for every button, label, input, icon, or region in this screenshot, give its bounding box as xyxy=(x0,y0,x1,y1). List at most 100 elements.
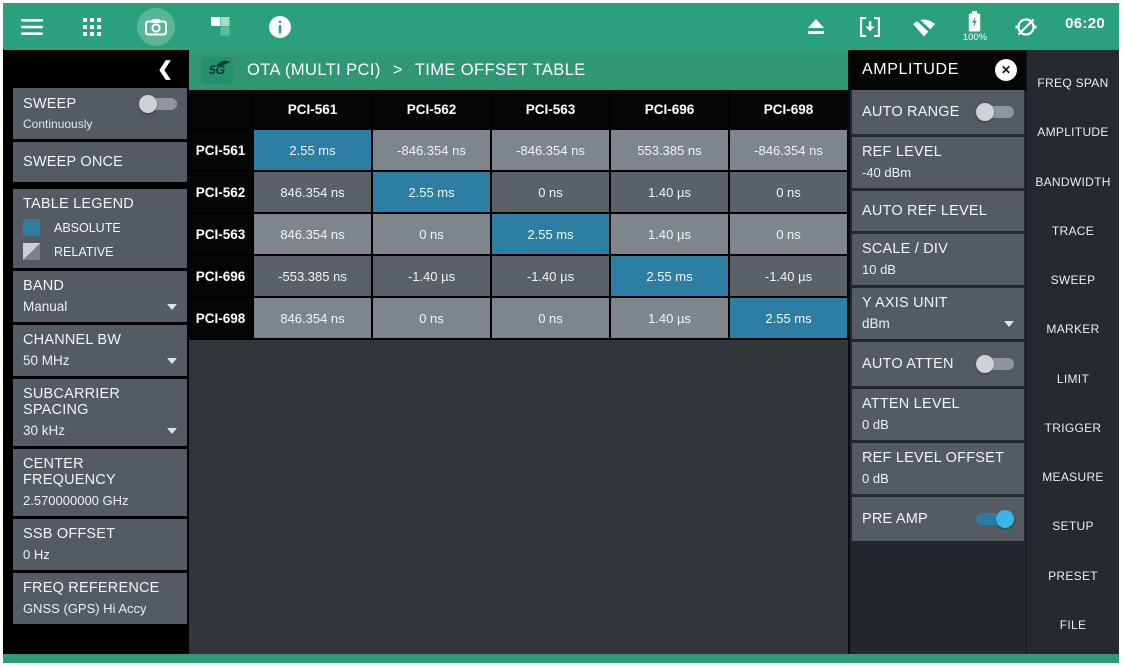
chevron-down-icon xyxy=(167,358,177,364)
battery-icon xyxy=(968,11,981,32)
sidebar-panel-band[interactable]: BANDManual xyxy=(13,271,187,322)
amp-item-auto-ref-level-label: AUTO REF LEVEL xyxy=(862,203,1014,219)
eject-icon[interactable] xyxy=(801,9,831,45)
table-col-header: PCI-563 xyxy=(492,90,609,128)
amp-item-scale-div[interactable]: SCALE / DIV10 dB xyxy=(852,234,1024,285)
pre-amp-toggle-knob xyxy=(996,510,1014,528)
chevron-down-icon xyxy=(167,428,177,434)
sidebar-panel-table-legend[interactable]: TABLE LEGENDABSOLUTERELATIVE xyxy=(13,189,187,268)
amplitude-panel: AMPLITUDE AUTO RANGEREF LEVEL-40 dBm AUTO… xyxy=(848,50,1026,654)
menu-item-amplitude[interactable]: AMPLITUDE xyxy=(1029,119,1117,145)
menu-item-setup[interactable]: SETUP xyxy=(1029,513,1117,539)
sidebar-panel-sweep-label: SWEEP xyxy=(23,96,76,112)
table-cell: 0 ns xyxy=(730,214,847,254)
topbar-left-icons xyxy=(17,8,295,46)
save-download-icon[interactable] xyxy=(855,9,885,45)
chevron-left-icon[interactable] xyxy=(157,58,173,81)
menu-item-limit[interactable]: LIMIT xyxy=(1029,366,1117,392)
breadcrumb-section[interactable]: OTA (MULTI PCI) xyxy=(247,61,381,80)
amp-item-atten-level[interactable]: ATTEN LEVEL0 dB xyxy=(852,389,1024,440)
menu-item-freq-span[interactable]: FREQ SPAN xyxy=(1029,70,1117,96)
table-cell: 0 ns xyxy=(730,172,847,212)
freq-reference-value: GNSS (GPS) Hi Accy xyxy=(23,601,177,616)
table-col-header: PCI-561 xyxy=(254,90,371,128)
amp-item-y-axis-unit-label: Y AXIS UNIT xyxy=(862,295,1014,311)
table-cell: 1.40 µs xyxy=(611,298,728,338)
sync-off-icon xyxy=(1011,9,1041,45)
amp-item-ref-level-offset[interactable]: REF LEVEL OFFSET0 dB xyxy=(852,443,1024,494)
sidebar-panel-freq-reference-label: FREQ REFERENCE xyxy=(23,580,177,596)
left-sidebar-panels: SWEEPContinuously SWEEP ONCE TABLE LEGENDA… xyxy=(3,88,189,627)
table-cell: 0 ns xyxy=(373,214,490,254)
table-cell: -1.40 µs xyxy=(492,256,609,296)
amp-item-auto-range[interactable]: AUTO RANGE xyxy=(852,90,1024,134)
table-cell: 2.55 ms xyxy=(254,130,371,170)
menu-icon[interactable] xyxy=(17,9,47,45)
menu-item-preset[interactable]: PRESET xyxy=(1029,563,1117,589)
chevron-down-icon xyxy=(167,304,177,310)
sidebar-panel-ssb-offset[interactable]: SSB OFFSET0 Hz xyxy=(13,519,187,570)
amp-item-auto-ref-level[interactable]: AUTO REF LEVEL xyxy=(852,191,1024,231)
close-icon[interactable] xyxy=(995,59,1017,81)
table-cell: -846.354 ns xyxy=(492,130,609,170)
main-content: 5G OTA (MULTI PCI) > TIME OFFSET TABLE P… xyxy=(189,50,848,654)
table-cell: 0 ns xyxy=(492,298,609,338)
menu-item-measure[interactable]: MEASURE xyxy=(1029,464,1117,490)
sidebar-panel-sweep-once[interactable]: SWEEP ONCE xyxy=(13,142,187,182)
wifi-off-icon xyxy=(909,9,939,45)
table-row-header: PCI-562 xyxy=(189,172,252,212)
menu-item-trace[interactable]: TRACE xyxy=(1029,218,1117,244)
info-icon[interactable] xyxy=(265,9,295,45)
legend-entry-relative: RELATIVE xyxy=(23,243,177,260)
menu-item-bandwidth[interactable]: BANDWIDTH xyxy=(1029,169,1117,195)
auto-atten-toggle-knob xyxy=(976,355,994,373)
menu-item-trigger[interactable]: TRIGGER xyxy=(1029,415,1117,441)
table-cell: 0 ns xyxy=(373,298,490,338)
table-row-header: PCI-696 xyxy=(189,256,252,296)
table-cell: 846.354 ns xyxy=(254,172,371,212)
table-cell: 2.55 ms xyxy=(373,172,490,212)
table-cell: 2.55 ms xyxy=(611,256,728,296)
sidebar-panel-subcarrier-spacing[interactable]: SUBCARRIER SPACING30 kHz xyxy=(13,379,187,446)
amp-item-pre-amp[interactable]: PRE AMP xyxy=(852,497,1024,541)
menu-item-marker[interactable]: MARKER xyxy=(1029,316,1117,342)
amp-item-ref-level-offset-label: REF LEVEL OFFSET xyxy=(862,450,1014,466)
table-cell: 2.55 ms xyxy=(730,298,847,338)
table-corner-cell xyxy=(189,90,252,128)
sidebar-panel-center-frequency-label: CENTER FREQUENCY xyxy=(23,456,177,488)
sidebar-panel-sweep-once-label: SWEEP ONCE xyxy=(23,154,177,170)
legend-label-relative: RELATIVE xyxy=(54,245,114,259)
sweep-toggle[interactable] xyxy=(139,95,177,113)
sidebar-panel-subcarrier-spacing-label: SUBCARRIER SPACING xyxy=(23,386,177,418)
sidebar-collapse-header[interactable] xyxy=(3,50,189,88)
sidebar-panel-center-frequency[interactable]: CENTER FREQUENCY2.570000000 GHz xyxy=(13,449,187,516)
screenshot-camera-icon[interactable] xyxy=(137,8,175,46)
5g-mode-icon: 5G xyxy=(201,57,233,84)
app-window: 100% 06:20 SWEEPContinuouslySWEEP ONCETA… xyxy=(3,3,1119,663)
amp-item-auto-atten[interactable]: AUTO ATTEN xyxy=(852,342,1024,386)
sidebar-panel-channel-bw[interactable]: CHANNEL BW50 MHz xyxy=(13,325,187,376)
auto-atten-toggle[interactable] xyxy=(976,355,1014,373)
table-cell: -1.40 µs xyxy=(373,256,490,296)
amp-item-y-axis-unit[interactable]: Y AXIS UNIT dBm xyxy=(852,288,1024,339)
sidebar-panel-table-legend-label: TABLE LEGEND xyxy=(23,196,177,212)
breadcrumb: 5G OTA (MULTI PCI) > TIME OFFSET TABLE xyxy=(189,50,848,90)
amp-item-ref-level[interactable]: REF LEVEL-40 dBm xyxy=(852,137,1024,188)
sidebar-panel-freq-reference[interactable]: FREQ REFERENCE GNSS (GPS) Hi Accy xyxy=(13,573,187,624)
y-axis-unit-value: dBm xyxy=(862,316,890,331)
amplitude-panel-title: AMPLITUDE xyxy=(862,61,959,79)
breadcrumb-page: TIME OFFSET TABLE xyxy=(415,61,586,80)
sidebar-panel-band-label: BAND xyxy=(23,278,177,294)
chevron-down-icon xyxy=(1004,321,1014,327)
windows-icon[interactable] xyxy=(205,9,235,45)
menu-item-file[interactable]: FILE xyxy=(1029,612,1117,638)
sidebar-panel-sweep[interactable]: SWEEPContinuously xyxy=(13,88,187,139)
table-cell: -846.354 ns xyxy=(373,130,490,170)
menu-item-sweep[interactable]: SWEEP xyxy=(1029,267,1117,293)
table-row-header: PCI-561 xyxy=(189,130,252,170)
scale-div-value: 10 dB xyxy=(862,262,1014,277)
auto-range-toggle[interactable] xyxy=(976,103,1014,121)
pre-amp-toggle[interactable] xyxy=(976,510,1014,528)
table-cell: -846.354 ns xyxy=(730,130,847,170)
apps-grid-icon[interactable] xyxy=(77,9,107,45)
